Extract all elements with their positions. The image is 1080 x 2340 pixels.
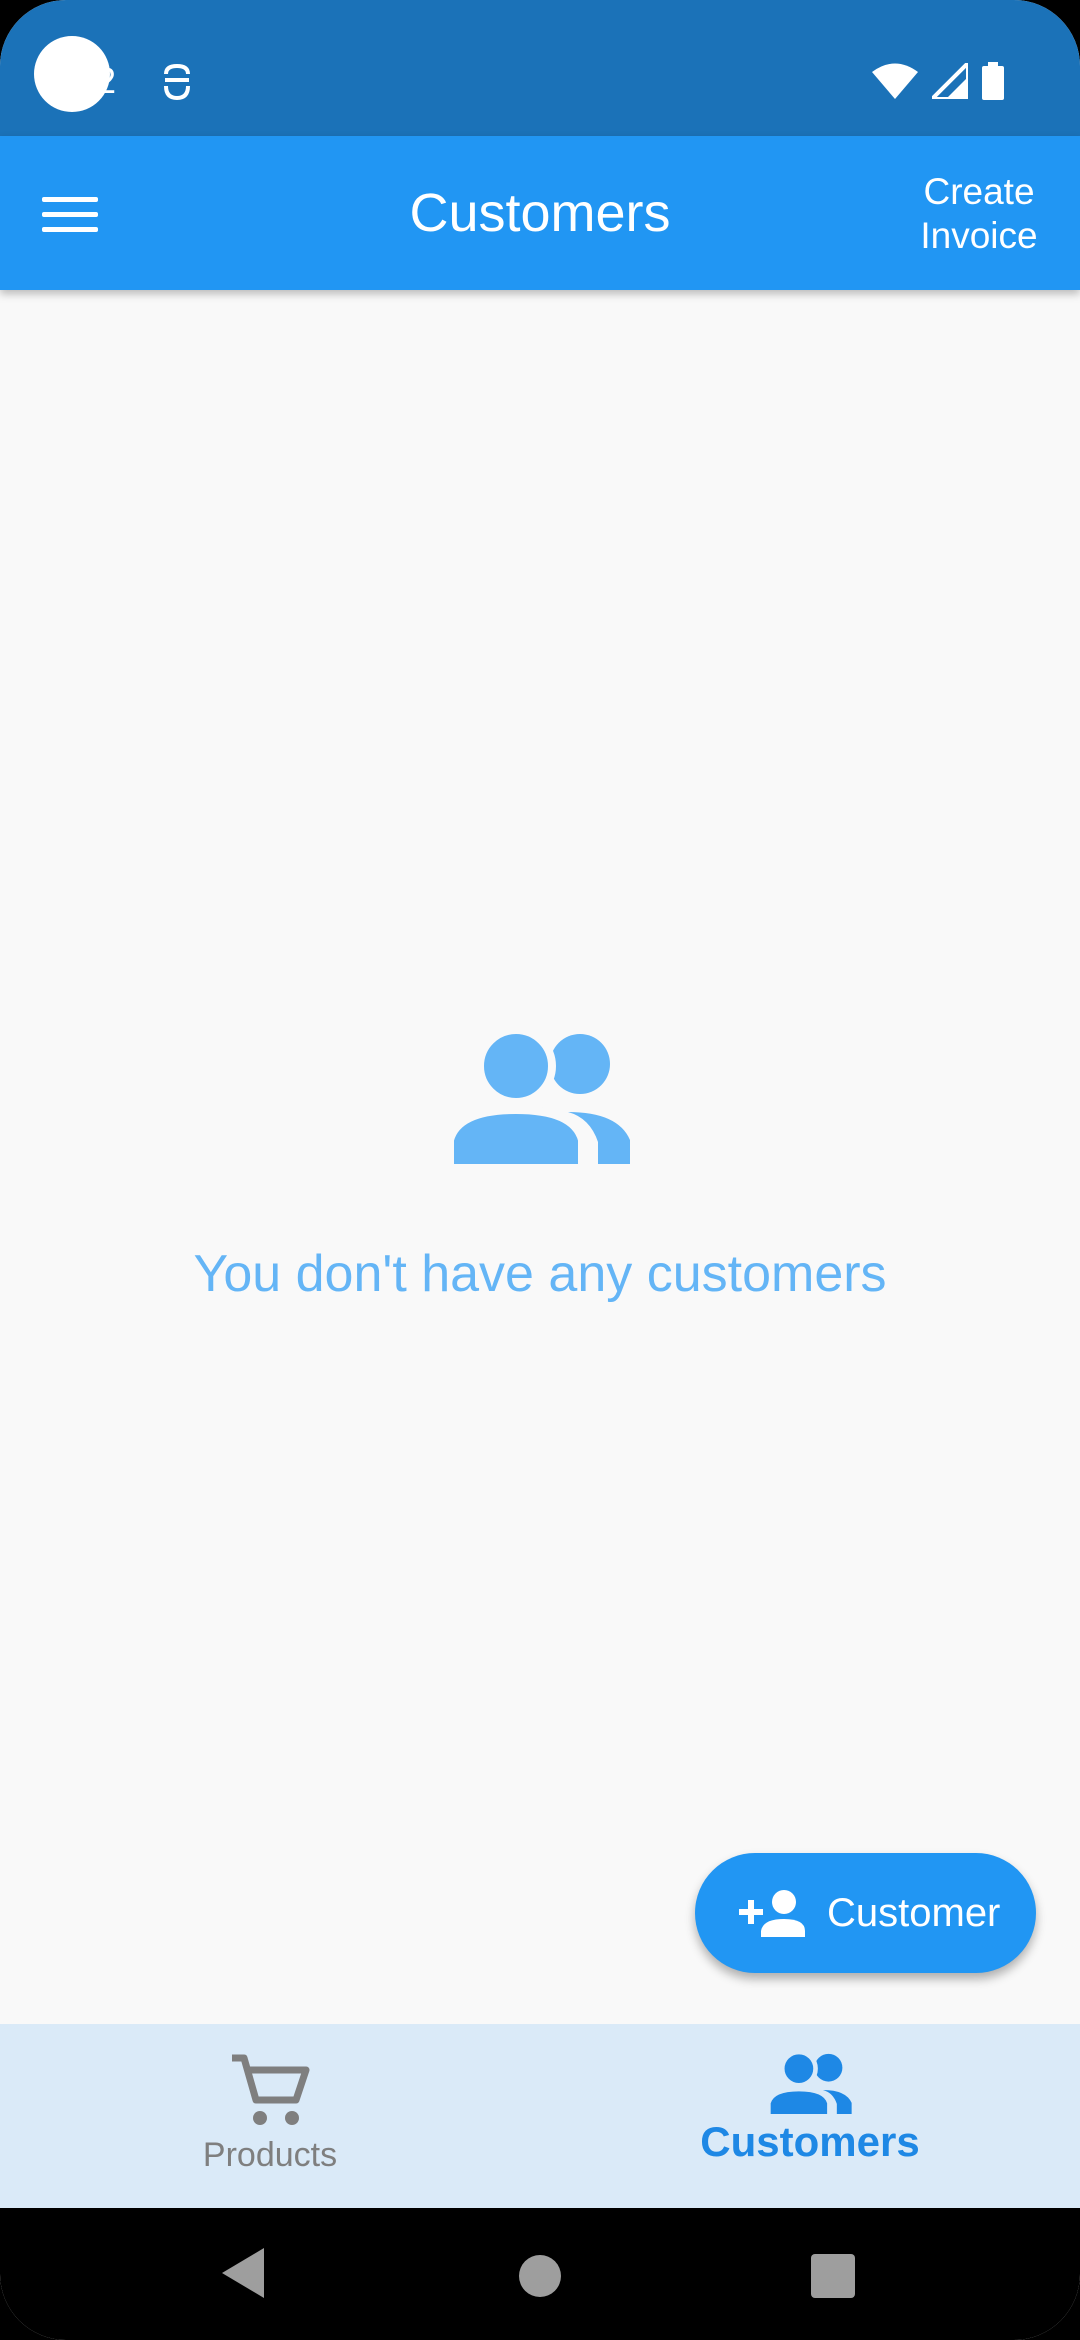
status-bar: 2 xyxy=(0,0,1080,136)
app-bar: Customers Create Invoice xyxy=(0,136,1080,290)
empty-state: You don't have any customers xyxy=(0,1030,1080,1304)
empty-state-message: You don't have any customers xyxy=(193,1245,887,1303)
bottom-navigation: Products Customers xyxy=(0,2024,1080,2208)
person-add-icon xyxy=(739,1890,805,1937)
add-customer-label: Customer xyxy=(827,1890,1001,1935)
people-icon xyxy=(450,1030,630,1164)
shopping-cart-icon xyxy=(232,2054,310,2125)
camera-dot xyxy=(34,36,110,112)
home-icon[interactable] xyxy=(518,2254,562,2298)
nav-item-products[interactable]: Products xyxy=(0,2024,540,2208)
status-right-icons xyxy=(872,62,1004,100)
nav-item-customers[interactable]: Customers xyxy=(540,2024,1080,2208)
system-navigation xyxy=(0,2208,1080,2340)
nav-label-customers: Customers xyxy=(700,2118,920,2165)
nav-label-products: Products xyxy=(202,2136,338,2174)
screen: 2 Customers Create xyxy=(0,0,1080,2340)
add-customer-button[interactable]: Customer xyxy=(695,1853,1036,1973)
signal-icon xyxy=(932,63,968,99)
wifi-icon xyxy=(872,63,918,99)
settings-status-icon xyxy=(164,63,190,101)
people-icon xyxy=(768,2052,852,2114)
create-invoice-button[interactable]: Create Invoice xyxy=(904,170,1054,258)
back-icon[interactable] xyxy=(222,2248,266,2298)
recents-icon[interactable] xyxy=(811,2254,855,2298)
battery-icon xyxy=(982,62,1004,100)
